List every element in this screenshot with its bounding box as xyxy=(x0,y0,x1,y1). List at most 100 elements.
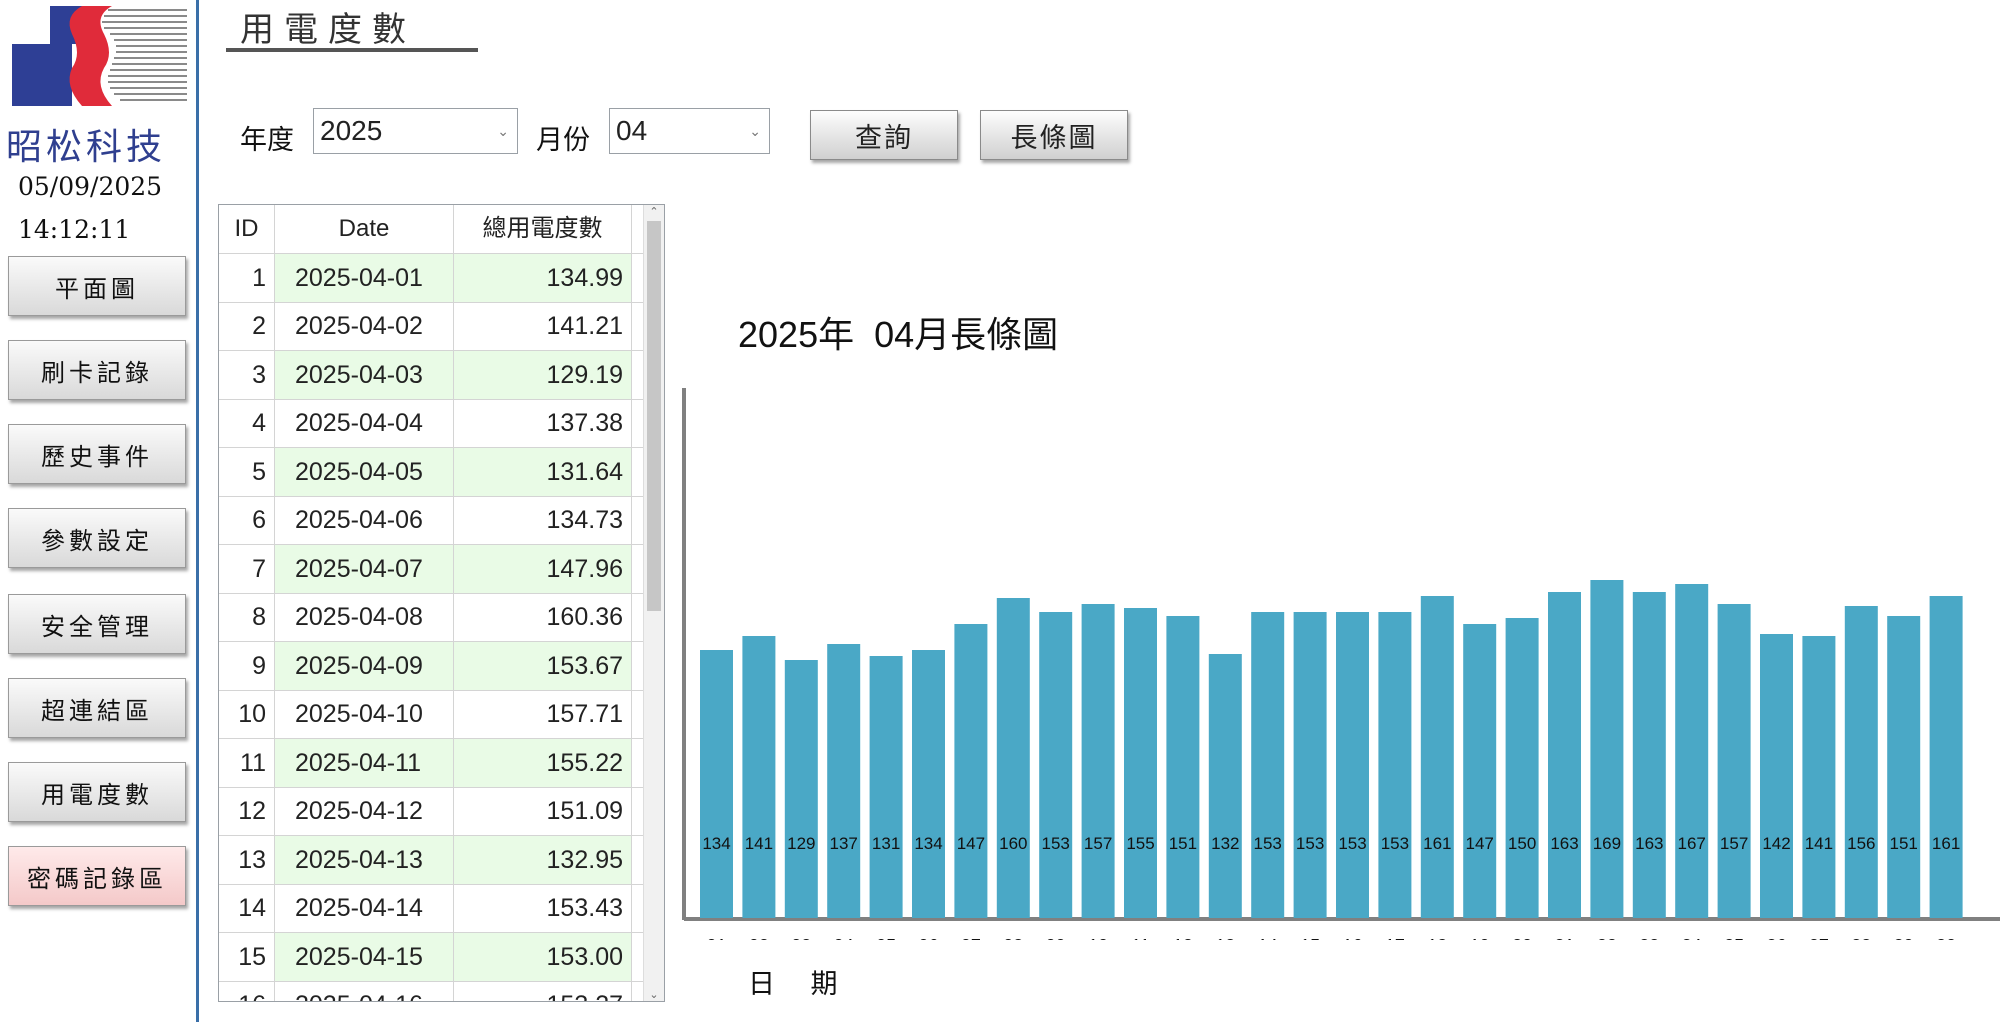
bar[interactable] xyxy=(1251,612,1285,918)
table-row[interactable]: 10 2025-04-10 157.71 xyxy=(219,690,644,739)
table-row[interactable]: 13 2025-04-13 132.95 xyxy=(219,835,644,885)
cell-id: 1 xyxy=(219,253,275,302)
bar-value-label: 141 xyxy=(745,834,773,853)
bar[interactable] xyxy=(1166,616,1200,918)
bar[interactable] xyxy=(1039,612,1073,918)
bar[interactable] xyxy=(784,660,818,918)
table-row[interactable]: 2 2025-04-02 141.21 xyxy=(219,302,644,351)
bar-value-label: 150 xyxy=(1508,834,1536,853)
bar-value-label: 142 xyxy=(1762,834,1790,853)
nav-button-parameter-settings[interactable]: 參數設定 xyxy=(8,508,186,568)
month-select[interactable]: 04 ⌄ xyxy=(609,108,770,154)
table-scrollbar[interactable]: ⌃ ⌄ xyxy=(643,205,664,1001)
table-row[interactable]: 12 2025-04-12 151.09 xyxy=(219,787,644,836)
bar[interactable] xyxy=(1929,596,1963,918)
bar[interactable] xyxy=(996,598,1030,918)
x-tick-label: 04 xyxy=(834,936,854,940)
bar-value-label: 151 xyxy=(1169,834,1197,853)
bar[interactable] xyxy=(1760,634,1793,918)
table-row[interactable]: 4 2025-04-04 137.38 xyxy=(219,399,644,448)
bar[interactable] xyxy=(742,636,776,918)
nav-button-floor-plan[interactable]: 平面圖 xyxy=(8,256,186,316)
bar-value-label: 141 xyxy=(1805,834,1833,853)
chevron-down-icon: ⌄ xyxy=(749,123,761,139)
column-header-date[interactable]: Date xyxy=(275,205,454,253)
bar[interactable] xyxy=(1717,604,1751,918)
cell-date: 2025-04-01 xyxy=(275,253,454,302)
x-axis-label: 日 期 xyxy=(748,969,852,999)
bar[interactable] xyxy=(1675,584,1709,918)
bar[interactable] xyxy=(1378,612,1412,918)
table-row[interactable]: 162025-04-16153.27 xyxy=(219,981,644,1001)
table-row[interactable]: 14 2025-04-14 153.43 xyxy=(219,884,644,933)
table-row[interactable]: 15 2025-04-15 153.00 xyxy=(219,932,644,982)
bar[interactable] xyxy=(869,656,903,918)
bar[interactable] xyxy=(1632,592,1666,918)
table-row[interactable]: 8 2025-04-08 160.36 xyxy=(219,593,644,642)
bar-chart-button[interactable]: 長條圖 xyxy=(980,110,1128,160)
cell-total: 137.38 xyxy=(454,399,632,447)
table-row[interactable]: 6 2025-04-06 134.73 xyxy=(219,496,644,545)
company-name: 昭松科技 xyxy=(6,127,167,168)
nav-button-password-records[interactable]: 密碼記錄區 xyxy=(8,846,186,906)
bar-value-label: 129 xyxy=(787,834,815,853)
cell-id: 13 xyxy=(219,835,275,884)
bar[interactable] xyxy=(1463,624,1497,918)
cell-total: 153.00 xyxy=(454,932,632,981)
scroll-up-icon[interactable]: ⌃ xyxy=(644,205,664,218)
table-row[interactable]: 9 2025-04-09 153.67 xyxy=(219,641,644,691)
scrollbar-thumb[interactable] xyxy=(647,221,661,611)
x-tick-label: 03 xyxy=(791,936,811,940)
cell-date: 2025-04-06 xyxy=(275,496,454,544)
cell-date: 2025-04-09 xyxy=(275,641,454,690)
table-row[interactable]: 11 2025-04-11 155.22 xyxy=(219,738,644,788)
column-header-total[interactable]: 總用電度數 xyxy=(454,205,632,253)
bar[interactable] xyxy=(912,650,945,918)
column-header-id[interactable]: ID xyxy=(219,205,275,253)
cell-total: 134.99 xyxy=(454,253,632,302)
scroll-down-icon[interactable]: ⌄ xyxy=(644,988,664,1001)
table-row[interactable]: 1 2025-04-01 134.99 xyxy=(219,253,644,303)
x-tick-label: 25 xyxy=(1724,936,1744,940)
bar-value-label: 156 xyxy=(1847,834,1875,853)
nav-button-power-usage[interactable]: 用電度數 xyxy=(8,762,186,822)
bar[interactable] xyxy=(1081,604,1115,918)
nav-button-security-management[interactable]: 安全管理 xyxy=(8,594,186,654)
bar[interactable] xyxy=(700,650,733,918)
x-tick-label: 11 xyxy=(1131,936,1150,940)
x-tick-label: 17 xyxy=(1385,936,1405,940)
current-date: 05/09/2025 xyxy=(18,172,163,201)
cell-id: 5 xyxy=(219,447,275,496)
x-tick-label: 19 xyxy=(1470,936,1490,940)
bar[interactable] xyxy=(1802,636,1836,918)
x-tick-label: 07 xyxy=(961,936,981,940)
x-tick-label: 08 xyxy=(1003,936,1023,940)
cell-id: 14 xyxy=(219,884,275,932)
bar[interactable] xyxy=(1420,596,1454,918)
bar[interactable] xyxy=(1293,612,1327,918)
bar[interactable] xyxy=(954,624,988,918)
table-row[interactable]: 7 2025-04-07 147.96 xyxy=(219,544,644,594)
bar[interactable] xyxy=(1887,616,1921,918)
bar[interactable] xyxy=(1590,580,1624,918)
nav-button-history-events[interactable]: 歷史事件 xyxy=(8,424,186,484)
bar[interactable] xyxy=(1844,606,1878,918)
bar[interactable] xyxy=(1124,608,1157,918)
query-button[interactable]: 查詢 xyxy=(810,110,958,160)
cell-total: 153.67 xyxy=(454,641,632,690)
nav-button-card-records[interactable]: 刷卡記錄 xyxy=(8,340,186,400)
bar[interactable] xyxy=(827,644,861,918)
bar[interactable] xyxy=(1548,592,1581,918)
table-row[interactable]: 3 2025-04-03 129.19 xyxy=(219,350,644,400)
cell-id: 8 xyxy=(219,593,275,641)
bar[interactable] xyxy=(1336,612,1369,918)
x-tick-label: 14 xyxy=(1258,936,1278,940)
nav-button-hyperlinks[interactable]: 超連結區 xyxy=(8,678,186,738)
cell-id: 12 xyxy=(219,787,275,835)
year-select[interactable]: 2025 ⌄ xyxy=(313,108,518,154)
bar[interactable] xyxy=(1208,654,1242,918)
bar-value-label: 155 xyxy=(1126,834,1154,853)
year-select-value: 2025 xyxy=(320,115,383,146)
bar[interactable] xyxy=(1505,618,1539,918)
table-row[interactable]: 5 2025-04-05 131.64 xyxy=(219,447,644,497)
